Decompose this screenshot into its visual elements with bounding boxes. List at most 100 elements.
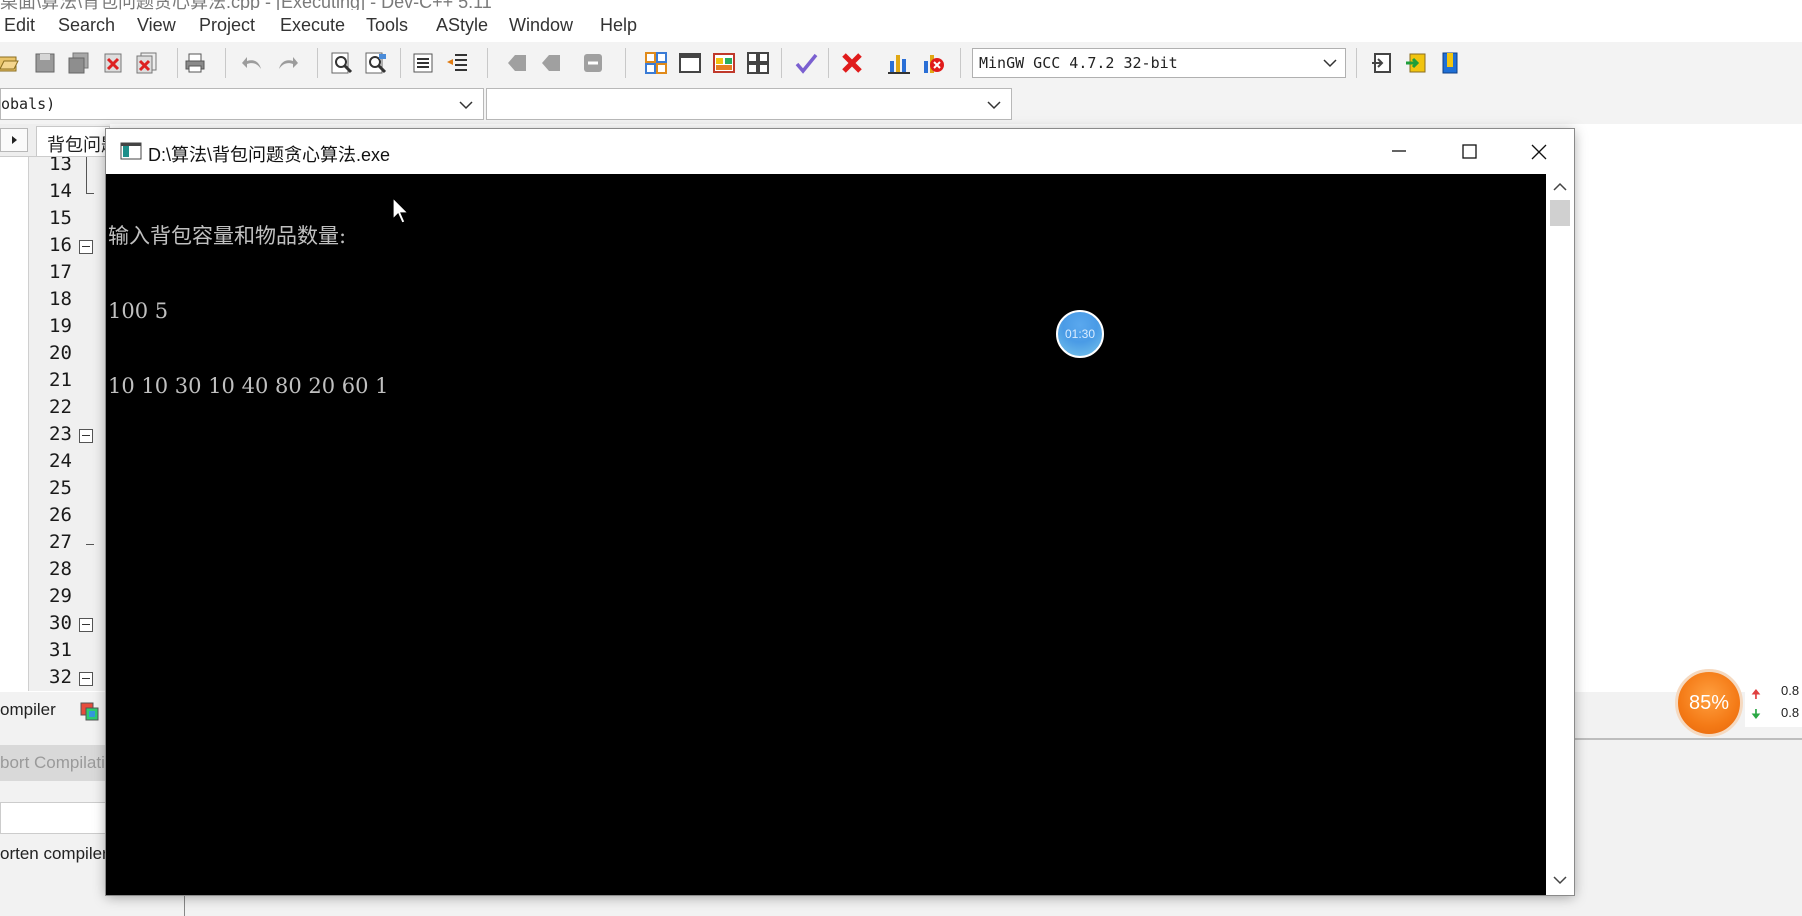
console-text: 输入背包容量和物品数量: 100 5 10 10 30 10 40 80 20 …: [108, 174, 389, 449]
line-number: 24: [49, 450, 72, 472]
line-number: 29: [49, 585, 72, 607]
chevron-down-icon: [987, 101, 1001, 110]
toolbar-separator: [960, 48, 961, 78]
unindent-icon[interactable]: [445, 51, 469, 75]
console-title: D:\算法\背包问题贪心算法.exe: [148, 145, 391, 165]
toolbar-separator: [781, 48, 782, 78]
fold-toggle-icon[interactable]: [79, 618, 93, 632]
tab-scroll-button[interactable]: [0, 128, 28, 152]
scope-bar: obals): [0, 84, 1802, 124]
redo-icon[interactable]: [275, 51, 299, 75]
indent-icon[interactable]: [411, 51, 435, 75]
goto-line-icon[interactable]: [581, 51, 605, 75]
line-number: 27: [49, 531, 72, 553]
play-arrow-icon: [12, 136, 17, 144]
toolbar-separator: [487, 48, 488, 78]
line-number: 15: [49, 207, 72, 229]
close-button[interactable]: [1504, 129, 1574, 174]
close-all-icon[interactable]: [135, 51, 159, 75]
line-number: 21: [49, 369, 72, 391]
chevron-down-icon: [1323, 59, 1337, 68]
layout-icon[interactable]: [746, 51, 770, 75]
compiler-output-field: [0, 802, 110, 834]
close-file-icon[interactable]: [101, 51, 125, 75]
fold-end-marker: [86, 193, 94, 194]
toolbar-separator: [625, 48, 626, 78]
fold-toggle-icon[interactable]: [79, 240, 93, 254]
vertical-scrollbar[interactable]: [1546, 174, 1574, 895]
compiler-select[interactable]: MinGW GCC 4.7.2 32-bit: [972, 48, 1346, 78]
scrollbar-thumb[interactable]: [1550, 200, 1570, 226]
menu-tools[interactable]: Tools: [366, 15, 408, 36]
window-icon[interactable]: [678, 51, 702, 75]
main-toolbar: MinGW GCC 4.7.2 32-bit: [0, 42, 1802, 85]
menu-project[interactable]: Project: [199, 15, 255, 36]
profile-delete-icon[interactable]: [921, 51, 945, 75]
delete-icon[interactable]: [840, 51, 864, 75]
resources-icon[interactable]: [80, 702, 100, 722]
line-number: 13: [49, 157, 72, 175]
line-number: 17: [49, 261, 72, 283]
menu-bar: Edit Search View Project Execute Tools A…: [0, 10, 1802, 42]
menu-edit[interactable]: Edit: [4, 15, 35, 36]
minimize-button[interactable]: [1364, 129, 1434, 174]
console-line: 10 10 30 10 40 80 20 60 1: [108, 374, 389, 398]
scope-select-value: obals): [1, 95, 56, 113]
memory-usage-badge[interactable]: 85%: [1675, 669, 1743, 737]
fold-toggle-icon[interactable]: [79, 429, 93, 443]
line-number: 19: [49, 315, 72, 337]
line-gutter: 13 14 15 16 17 18 19 20 21 22 23 24 25 26 27 28 29 30 31 32: [28, 157, 109, 691]
console-window: D:\算法\背包问题贪心算法.exe 输入背包容量和物品数量: 100 5 10…: [106, 129, 1574, 895]
menu-window[interactable]: Window: [509, 15, 573, 36]
scope-select[interactable]: obals): [0, 88, 484, 120]
maximize-button[interactable]: [1434, 129, 1504, 174]
editor-tab-bar: 背包问题贪心算法.cpp: [0, 124, 110, 157]
tab-source-file[interactable]: 背包问题贪心算法.cpp: [36, 126, 110, 156]
find-icon[interactable]: [330, 51, 354, 75]
toolbar-separator: [828, 48, 829, 78]
line-number: 18: [49, 288, 72, 310]
menu-search[interactable]: Search: [58, 15, 115, 36]
chart-icon[interactable]: [887, 51, 911, 75]
class-browser-icon[interactable]: [712, 51, 736, 75]
line-number: 22: [49, 396, 72, 418]
insert-icon[interactable]: [1370, 51, 1394, 75]
app-title-bar: 桌面\算法\背包问题贪心算法.cpp - [Executing] - Dev-C…: [0, 0, 1802, 10]
export-icon[interactable]: [1404, 51, 1428, 75]
chevron-down-icon: [459, 101, 473, 110]
bookmark-icon[interactable]: [1438, 51, 1462, 75]
console-output[interactable]: 输入背包容量和物品数量: 100 5 10 10 30 10 40 80 20 …: [106, 174, 1546, 895]
minimize-icon: [1392, 150, 1406, 152]
console-line: 输入背包容量和物品数量:: [108, 224, 347, 248]
fold-toggle-icon[interactable]: [79, 672, 93, 686]
line-number: 20: [49, 342, 72, 364]
check-syntax-icon[interactable]: [794, 51, 818, 75]
chevron-down-icon[interactable]: [1553, 875, 1567, 885]
menu-execute[interactable]: Execute: [280, 15, 345, 36]
new-project-icon[interactable]: [644, 51, 668, 75]
toolbar-separator: [317, 48, 318, 78]
line-number: 25: [49, 477, 72, 499]
tab-compiler[interactable]: ompiler: [0, 700, 56, 720]
menu-help[interactable]: Help: [600, 15, 637, 36]
chevron-up-icon[interactable]: [1553, 182, 1567, 192]
print-icon[interactable]: [183, 51, 207, 75]
toolbar-separator: [1356, 48, 1357, 78]
console-title-bar[interactable]: D:\算法\背包问题贪心算法.exe: [106, 129, 1574, 174]
save-all-icon[interactable]: [67, 51, 91, 75]
divider: [1574, 738, 1802, 740]
maximize-icon: [1462, 144, 1477, 159]
member-select[interactable]: [486, 88, 1012, 120]
undo-icon[interactable]: [241, 51, 265, 75]
menu-astyle[interactable]: AStyle: [436, 15, 488, 36]
replace-icon[interactable]: [364, 51, 388, 75]
menu-view[interactable]: View: [137, 15, 176, 36]
toggle-bookmark-icon[interactable]: [505, 51, 529, 75]
abort-compilation-button[interactable]: bort Compilation: [0, 745, 110, 781]
goto-bookmark-icon[interactable]: [539, 51, 563, 75]
app-title: 桌面\算法\背包问题贪心算法.cpp - [Executing] - Dev-C…: [0, 0, 492, 10]
save-icon[interactable]: [33, 51, 57, 75]
open-file-icon[interactable]: [0, 51, 20, 75]
timer-badge[interactable]: 01:30: [1056, 310, 1104, 358]
fold-guide: [86, 157, 87, 193]
